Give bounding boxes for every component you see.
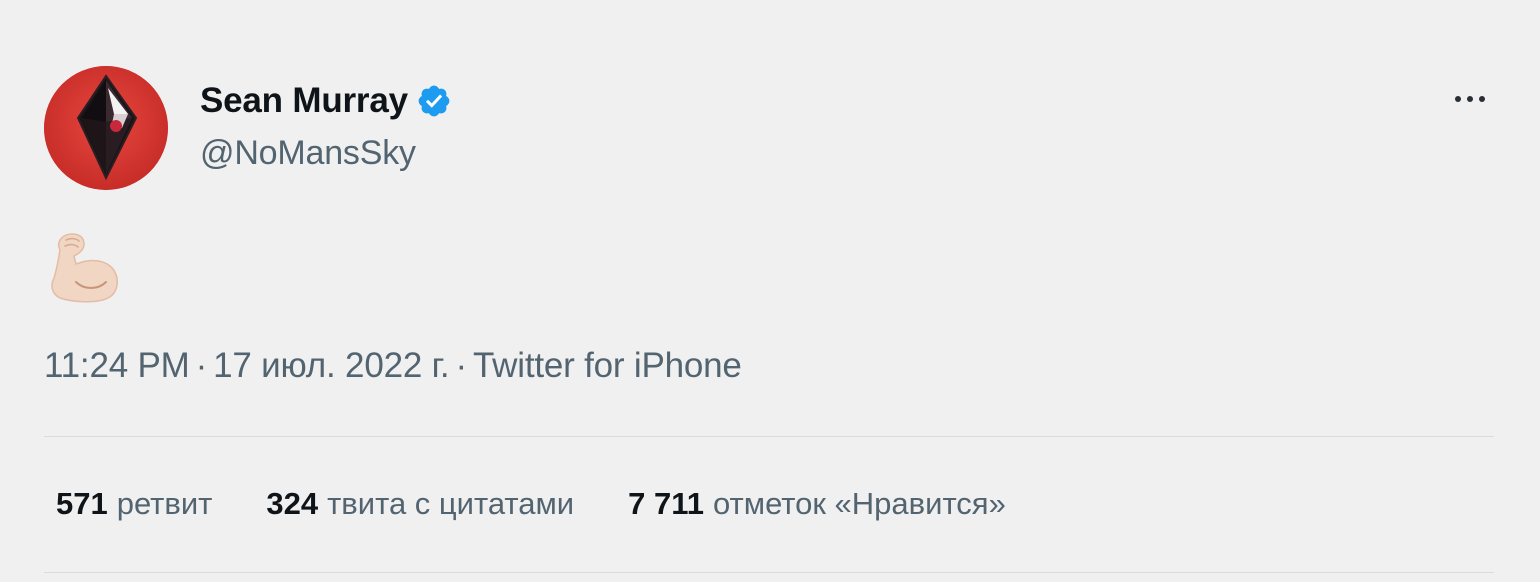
tweet-text [46,228,126,308]
avatar[interactable] [44,66,168,190]
tweet-source-link[interactable]: Twitter for iPhone [473,346,742,385]
likes-count: 7 711 [628,486,704,521]
more-dot-icon [1479,96,1485,102]
tweet-date: 17 июл. 2022 г. [213,346,450,385]
tweet-card: Sean Murray @NoMansSky 11:24 PM · 17 июл. … [0,0,1540,582]
author-display-name[interactable]: Sean Murray [200,81,408,121]
quote-tweets-count: 324 [266,486,319,521]
author-name-row: Sean Murray [200,78,452,124]
separator: · [195,346,208,385]
tweet-author: Sean Murray @NoMansSky [200,78,452,173]
flexed-biceps-icon [51,233,118,303]
no-mans-sky-logo-icon [44,66,168,190]
more-dot-icon [1455,96,1461,102]
divider [44,436,1494,437]
retweets-stat[interactable]: 571 ретвит [56,486,212,522]
author-handle[interactable]: @NoMansSky [200,134,452,173]
more-dot-icon [1467,96,1473,102]
tweet-time: 11:24 PM [44,346,190,385]
verified-badge-icon [418,85,450,117]
retweets-count: 571 [56,486,108,521]
more-options-button[interactable] [1442,82,1498,116]
separator: · [455,346,467,385]
retweets-label: ретвит [116,486,213,521]
quote-tweets-stat[interactable]: 324 твита с цитатами [266,486,574,522]
tweet-metadata: 11:24 PM · 17 июл. 2022 г. · Twitter for iPh… [44,346,742,386]
tweet-timestamp[interactable]: 11:24 PM · 17 июл. 2022 г. [44,346,450,385]
likes-label: отметок «Нравится» [713,486,1006,521]
divider [44,572,1494,573]
likes-stat[interactable]: 7 711 отметок «Нравится» [628,486,1006,522]
tweet-stats: 571 ретвит 324 твита с цитатами 7 711 от… [56,486,1006,522]
quote-tweets-label: твита с цитатами [327,486,575,521]
